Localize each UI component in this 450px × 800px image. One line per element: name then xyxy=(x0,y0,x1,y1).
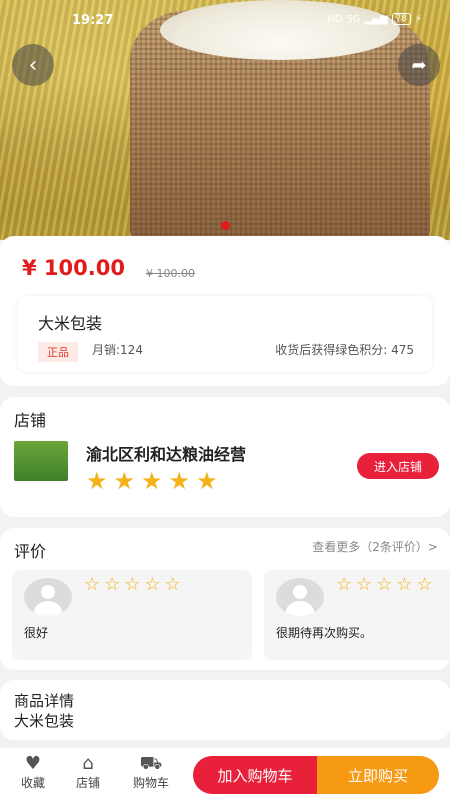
enter-store-button[interactable]: 进入店铺 xyxy=(357,453,439,479)
product-detail-card: 商品详情 大米包装 xyxy=(0,680,450,740)
store-logo[interactable] xyxy=(14,441,68,481)
detail-text: 大米包装 xyxy=(14,712,75,730)
star-icon: ★ xyxy=(86,467,108,495)
favorite-button[interactable]: ♥ 收藏 xyxy=(8,754,58,791)
status-icons: HD 5G ▂▄▆ 78 ⚡ xyxy=(327,13,422,25)
chevron-left-icon: ‹ xyxy=(28,52,38,78)
charging-icon: ⚡ xyxy=(414,13,422,25)
star-icon: ☆ xyxy=(336,574,353,595)
favorite-label: 收藏 xyxy=(20,776,45,790)
cart-label: 购物车 xyxy=(132,776,169,790)
carousel-indicator-dot xyxy=(221,221,230,230)
avatar xyxy=(276,578,324,616)
review-item[interactable]: ☆ ☆ ☆ ☆ ☆ 很期待再次购买。 xyxy=(264,570,450,660)
star-icon: ★ xyxy=(113,467,136,495)
store-icon: ⌂ xyxy=(82,753,94,774)
star-icon: ☆ xyxy=(416,574,433,595)
store-section-title: 店铺 xyxy=(14,411,47,430)
store-label: 店铺 xyxy=(75,776,100,790)
heart-icon: ♥ xyxy=(24,753,42,774)
view-more-reviews-link[interactable]: 查看更多（2条评价）> xyxy=(312,538,438,555)
star-icon: ☆ xyxy=(84,574,101,595)
star-icon: ☆ xyxy=(376,574,393,595)
store-button[interactable]: ⌂ 店铺 xyxy=(63,754,113,791)
genuine-tag: 正品 xyxy=(38,342,78,362)
cart-button[interactable]: ⛟ 购物车 xyxy=(126,754,176,791)
star-icon: ☆ xyxy=(124,574,141,595)
monthly-sales: 月销:124 xyxy=(92,343,143,357)
star-icon: ☆ xyxy=(396,574,413,595)
store-card: 店铺 渝北区利和达粮油经营 ★ ★ ★ ★ ★ 进入店铺 xyxy=(0,397,450,517)
review-rating: ☆ ☆ ☆ ☆ ☆ xyxy=(84,576,181,594)
detail-title: 商品详情 xyxy=(14,692,75,710)
star-icon: ★ xyxy=(196,467,218,495)
star-icon: ☆ xyxy=(144,574,161,595)
star-icon: ★ xyxy=(141,467,163,495)
product-info-box: 大米包装 正品 月销:124 收货后获得绿色积分: 475 xyxy=(18,296,432,372)
reviews-card: 评价 查看更多（2条评价）> ☆ ☆ ☆ ☆ ☆ 很好 ☆ ☆ ☆ ☆ ☆ 很期… xyxy=(0,528,450,670)
hd-icon: HD xyxy=(327,13,343,25)
signal-icon: ▂▄▆ xyxy=(364,13,388,25)
review-text: 很好 xyxy=(24,626,49,640)
status-bar: 19:27 HD 5G ▂▄▆ 78 ⚡ xyxy=(0,0,450,40)
share-button[interactable]: ➦ xyxy=(398,44,440,86)
cart-icon: ⛟ xyxy=(139,753,163,774)
review-item[interactable]: ☆ ☆ ☆ ☆ ☆ 很好 xyxy=(12,570,252,660)
battery-icon: 78 xyxy=(391,13,411,25)
store-rating: ★ ★ ★ ★ ★ xyxy=(86,469,218,493)
green-points: 收货后获得绿色积分: 475 xyxy=(275,343,414,357)
review-rating: ☆ ☆ ☆ ☆ ☆ xyxy=(336,576,433,594)
share-icon: ➦ xyxy=(411,54,427,76)
star-icon: ☆ xyxy=(104,574,121,595)
product-image-carousel[interactable]: 19:27 HD 5G ▂▄▆ 78 ⚡ ‹ ➦ xyxy=(0,0,450,240)
buy-now-button[interactable]: 立即购买 xyxy=(317,756,439,794)
store-name[interactable]: 渝北区利和达粮油经营 xyxy=(86,441,246,465)
product-name: 大米包装 xyxy=(38,314,103,333)
avatar xyxy=(24,578,72,616)
back-button[interactable]: ‹ xyxy=(12,44,54,86)
price-card: ¥ 100.00 ¥ 100.00 大米包装 正品 月销:124 收货后获得绿色… xyxy=(0,236,450,386)
star-icon: ★ xyxy=(168,467,191,495)
star-icon: ☆ xyxy=(356,574,373,595)
product-price: ¥ 100.00 xyxy=(22,256,125,280)
reviews-section-title: 评价 xyxy=(14,542,47,561)
star-icon: ☆ xyxy=(164,574,181,595)
bottom-action-bar: ♥ 收藏 ⌂ 店铺 ⛟ 购物车 加入购物车 立即购买 xyxy=(0,748,450,800)
network-icon: 5G xyxy=(346,13,361,25)
original-price: ¥ 100.00 xyxy=(146,267,195,280)
status-time: 19:27 xyxy=(72,13,114,28)
review-text: 很期待再次购买。 xyxy=(276,626,373,640)
add-to-cart-button[interactable]: 加入购物车 xyxy=(193,756,317,794)
